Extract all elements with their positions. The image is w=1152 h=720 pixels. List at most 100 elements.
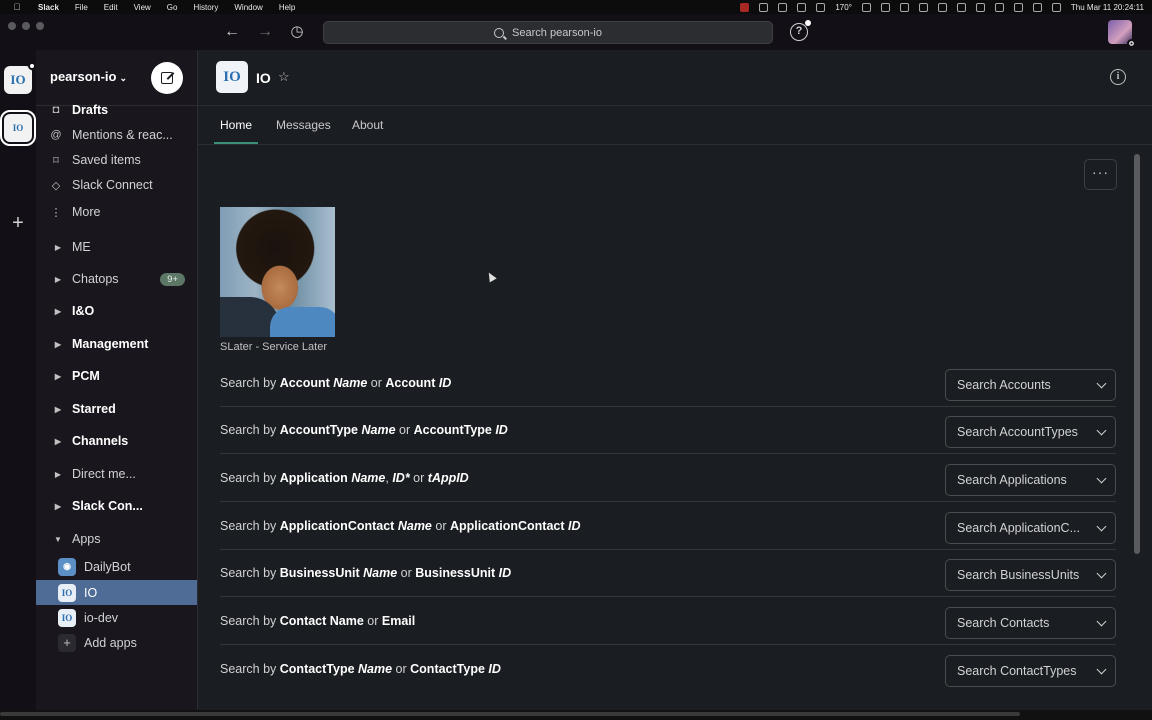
add-workspace-icon[interactable]: +	[8, 213, 28, 233]
user-avatar[interactable]	[1108, 20, 1136, 48]
memory-icon[interactable]	[816, 2, 826, 12]
label-segment: Email	[381, 614, 416, 628]
close-window-button[interactable]	[8, 22, 16, 30]
star-icon[interactable]: ☆	[278, 69, 290, 85]
sidebar-item-slack-connect[interactable]: ◇ Slack Connect	[36, 173, 197, 197]
more-actions-button[interactable]: ···	[1084, 159, 1117, 190]
search-select-button[interactable]: Search ContactTypes	[945, 655, 1116, 687]
search-select-button[interactable]: Search ApplicationC...	[945, 512, 1116, 544]
workspace-name-button[interactable]: pearson-io ⌄	[50, 69, 127, 84]
wifi-icon[interactable]	[975, 2, 985, 12]
apple-menu-icon[interactable]: 	[12, 2, 22, 12]
menu-history[interactable]: History	[193, 3, 218, 12]
sidebar-item-saved[interactable]: ⌑ Saved items	[36, 148, 197, 172]
row-divider	[220, 453, 1116, 454]
docker-icon[interactable]	[759, 2, 769, 12]
row-divider	[220, 406, 1116, 407]
search-select-button[interactable]: Search Applications	[945, 464, 1116, 496]
search-select-button[interactable]: Search Contacts	[945, 607, 1116, 639]
chevron-down-icon: ⌄	[119, 73, 128, 83]
forward-arrow-icon[interactable]: →	[256, 23, 274, 41]
menu-go[interactable]: Go	[167, 3, 178, 12]
menu-view[interactable]: View	[134, 3, 151, 12]
section-label: Direct me...	[72, 467, 136, 481]
siri-icon[interactable]	[1051, 2, 1061, 12]
section-management[interactable]: ▶ Management	[36, 332, 197, 356]
sidebar-item-mentions[interactable]: @ Mentions & reac...	[36, 123, 197, 147]
focus-icon[interactable]	[880, 2, 890, 12]
clock[interactable]: Thu Mar 11 20:24:11	[1071, 3, 1144, 12]
row-divider	[220, 549, 1116, 550]
bluetooth-icon[interactable]	[937, 2, 947, 12]
label-prefix: Search by	[220, 376, 280, 390]
sidebar-app-io[interactable]: IO IO	[36, 580, 197, 605]
vpn-icon[interactable]	[861, 2, 871, 12]
label-segment: BusinessUnit	[415, 566, 496, 580]
workspace-icon-active[interactable]: IO	[0, 110, 36, 146]
user-switch-icon[interactable]	[994, 2, 1004, 12]
label-segment: ID	[435, 376, 452, 390]
section-i-and-o[interactable]: ▶ I&O	[36, 299, 197, 323]
caret-right-icon: ▶	[54, 306, 62, 316]
section-me[interactable]: ▶ ME	[36, 235, 197, 259]
search-bar[interactable]: Search pearson-io	[323, 21, 773, 44]
macos-menubar:  Slack File Edit View Go History Window…	[0, 0, 1152, 14]
app-label: DailyBot	[84, 559, 131, 574]
help-button[interactable]: ?	[790, 20, 811, 41]
plus-icon: +	[58, 633, 76, 652]
sidebar-item-drafts[interactable]: ◘ Drafts	[36, 98, 197, 122]
vertical-scrollbar[interactable]	[1134, 154, 1140, 554]
moon-icon[interactable]	[899, 2, 909, 12]
tab-home[interactable]: Home	[220, 118, 252, 132]
search-select-button[interactable]: Search AccountTypes	[945, 416, 1116, 448]
caret-right-icon: ▶	[54, 242, 62, 252]
section-label: Management	[72, 337, 149, 351]
tab-messages[interactable]: Messages	[276, 118, 331, 132]
zoom-window-button[interactable]	[36, 22, 44, 30]
menu-edit[interactable]: Edit	[104, 3, 118, 12]
workspace-icon-primary[interactable]: IO	[4, 62, 36, 94]
menu-help[interactable]: Help	[279, 3, 295, 12]
sidebar-item-label: Slack Connect	[72, 178, 153, 192]
section-direct-messages[interactable]: ▶ Direct me...	[36, 462, 197, 486]
history-clock-icon[interactable]: ◷	[288, 23, 306, 41]
cpu-graph-icon[interactable]	[778, 2, 788, 12]
search-select-button[interactable]: Search Accounts	[945, 369, 1116, 401]
sidebar-item-more[interactable]: ⋮ More	[36, 200, 197, 224]
volume-icon[interactable]	[918, 2, 928, 12]
control-center-icon[interactable]	[1032, 2, 1042, 12]
section-pcm[interactable]: ▶ PCM	[36, 364, 197, 388]
label-segment: ContactType	[410, 662, 485, 676]
add-apps-button[interactable]: + Add apps	[36, 630, 197, 655]
menu-app-name[interactable]: Slack	[38, 3, 59, 12]
label-segment: tAppID	[427, 471, 469, 485]
section-starred[interactable]: ▶ Starred	[36, 397, 197, 421]
sidebar-app-io-dev[interactable]: IO io-dev	[36, 605, 197, 630]
label-prefix: Search by	[220, 471, 280, 485]
channel-title[interactable]: IO	[256, 70, 271, 86]
section-channels[interactable]: ▶ Channels	[36, 429, 197, 453]
section-slack-connect[interactable]: ▶ Slack Con...	[36, 494, 197, 518]
label-segment: ID	[484, 662, 501, 676]
spotlight-icon[interactable]	[1013, 2, 1023, 12]
minimize-window-button[interactable]	[22, 22, 30, 30]
tab-about[interactable]: About	[352, 118, 383, 132]
info-icon[interactable]: i	[1110, 69, 1126, 85]
network-graph-icon[interactable]	[797, 2, 807, 12]
sidebar-app-dailybot[interactable]: ◉ DailyBot	[36, 554, 197, 579]
label-segment: or	[367, 376, 386, 390]
section-label: Apps	[72, 532, 101, 546]
battery-icon[interactable]	[956, 2, 966, 12]
record-icon[interactable]	[740, 2, 750, 12]
temperature-readout[interactable]: 170°	[835, 3, 852, 12]
io-app-icon[interactable]: IO	[216, 61, 248, 93]
section-chatops[interactable]: ▶ Chatops 9+	[36, 267, 197, 291]
menu-file[interactable]: File	[75, 3, 88, 12]
section-apps[interactable]: ▼ Apps	[36, 527, 197, 551]
search-select-button[interactable]: Search BusinessUnits	[945, 559, 1116, 591]
back-arrow-icon[interactable]: ←	[223, 23, 241, 41]
app-label: Add apps	[84, 635, 137, 650]
label-segment: or	[431, 519, 450, 533]
compose-button[interactable]	[151, 62, 183, 94]
menu-window[interactable]: Window	[234, 3, 262, 12]
